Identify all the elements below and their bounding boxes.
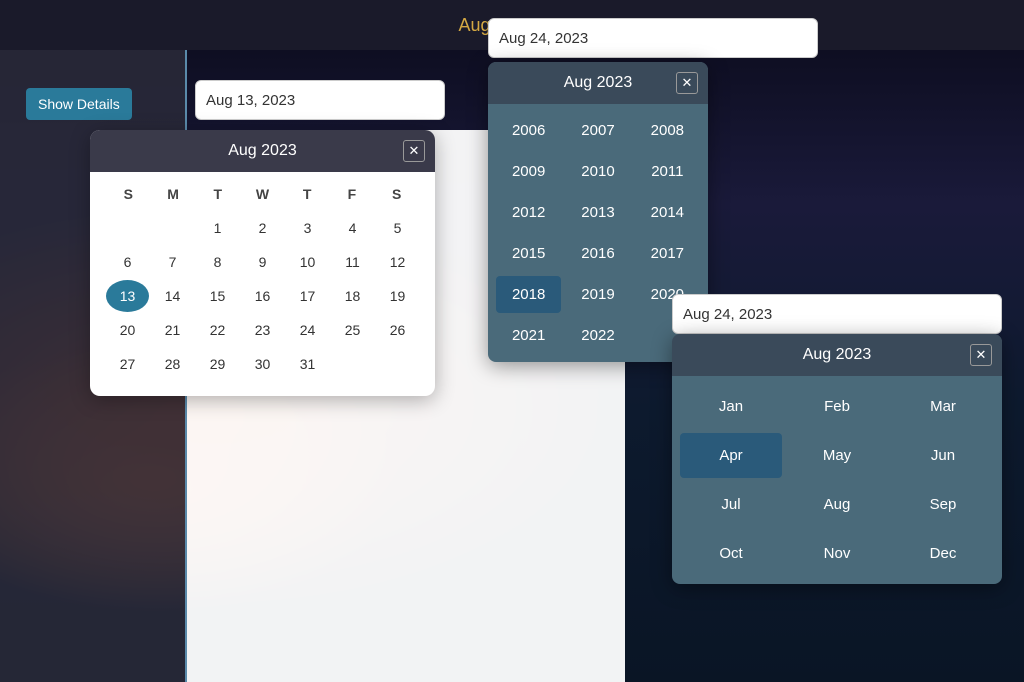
calendar-day[interactable]: 15 xyxy=(196,280,239,312)
year-item[interactable]: 2017 xyxy=(635,235,700,272)
month-item[interactable]: Dec xyxy=(892,531,994,576)
calendar-day[interactable]: 23 xyxy=(241,314,284,346)
calendar-day[interactable]: 18 xyxy=(331,280,374,312)
year-item[interactable]: 2007 xyxy=(565,112,630,149)
calendar-day[interactable]: 21 xyxy=(151,314,194,346)
calendar-day[interactable]: 22 xyxy=(196,314,239,346)
month-item[interactable]: Aug xyxy=(786,482,888,527)
calendar-day[interactable]: 6 xyxy=(106,246,149,278)
calendar-day[interactable]: 26 xyxy=(376,314,419,346)
date-input-month[interactable]: Aug 24, 2023 xyxy=(672,294,1002,334)
calendar-day[interactable]: 4 xyxy=(331,212,374,244)
month-item[interactable]: Sep xyxy=(892,482,994,527)
month-grid: JanFebMar AprMayJun JulAugSep OctNovDec xyxy=(672,376,1002,584)
calendar-day[interactable]: 2 xyxy=(241,212,284,244)
month-picker-title: Aug 2023 xyxy=(803,346,872,364)
calendar-day[interactable]: 5 xyxy=(376,212,419,244)
year-item[interactable]: 2006 xyxy=(496,112,561,149)
calendar-close-left[interactable]: ✕ xyxy=(403,140,425,162)
calendar-month-year-left: Aug 2023 xyxy=(228,142,297,160)
year-item[interactable]: 2013 xyxy=(565,194,630,231)
weekday-w: W xyxy=(240,182,285,206)
calendar-day[interactable]: 13 xyxy=(106,280,149,312)
calendar-days-grid: 1234567891011121314151617181920212223242… xyxy=(106,212,419,380)
calendar-day xyxy=(151,212,194,244)
weekday-f: F xyxy=(330,182,375,206)
year-item[interactable]: 2011 xyxy=(635,153,700,190)
calendar-day[interactable]: 14 xyxy=(151,280,194,312)
year-picker-title: Aug 2023 xyxy=(564,74,633,92)
weekday-t1: T xyxy=(195,182,240,206)
calendar-day[interactable]: 9 xyxy=(241,246,284,278)
year-item[interactable]: 2010 xyxy=(565,153,630,190)
year-item[interactable]: 2015 xyxy=(496,235,561,272)
calendar-day[interactable]: 19 xyxy=(376,280,419,312)
month-item[interactable]: Feb xyxy=(786,384,888,429)
year-item[interactable]: 2009 xyxy=(496,153,561,190)
month-item[interactable]: Oct xyxy=(680,531,782,576)
date-input-right[interactable]: Aug 24, 2023 xyxy=(488,18,818,58)
month-picker-close[interactable]: ✕ xyxy=(970,344,992,366)
weekday-t2: T xyxy=(285,182,330,206)
calendar-day[interactable]: 25 xyxy=(331,314,374,346)
year-item[interactable]: 2012 xyxy=(496,194,561,231)
year-item[interactable]: 2021 xyxy=(496,317,561,354)
weekday-s1: S xyxy=(106,182,151,206)
month-item[interactable]: Apr xyxy=(680,433,782,478)
month-item[interactable]: Nov xyxy=(786,531,888,576)
calendar-day[interactable]: 7 xyxy=(151,246,194,278)
weekday-m: M xyxy=(151,182,196,206)
date-input-right-value: Aug 24, 2023 xyxy=(499,30,588,47)
year-item[interactable]: 2022 xyxy=(565,317,630,354)
show-details-button[interactable]: Show Details xyxy=(26,88,132,120)
month-item[interactable]: Jun xyxy=(892,433,994,478)
calendar-weekdays: S M T W T F S xyxy=(106,182,419,206)
month-item[interactable]: Mar xyxy=(892,384,994,429)
calendar-day[interactable]: 29 xyxy=(196,348,239,380)
calendar-day[interactable]: 31 xyxy=(286,348,329,380)
month-item[interactable]: Jul xyxy=(680,482,782,527)
year-item[interactable]: 2016 xyxy=(565,235,630,272)
calendar-day[interactable]: 3 xyxy=(286,212,329,244)
month-item[interactable]: Jan xyxy=(680,384,782,429)
year-item[interactable]: 2019 xyxy=(565,276,630,313)
calendar-day[interactable]: 1 xyxy=(196,212,239,244)
calendar-day[interactable]: 28 xyxy=(151,348,194,380)
calendar-popup-left: Aug 2023 ✕ S M T W T F S 123456789101112… xyxy=(90,130,435,396)
calendar-day[interactable]: 24 xyxy=(286,314,329,346)
calendar-day[interactable]: 8 xyxy=(196,246,239,278)
year-picker-header: Aug 2023 ✕ xyxy=(488,62,708,104)
year-item[interactable]: 2018 xyxy=(496,276,561,313)
date-input-left[interactable]: Aug 13, 2023 xyxy=(195,80,445,120)
month-picker-header: Aug 2023 ✕ xyxy=(672,334,1002,376)
calendar-day[interactable]: 10 xyxy=(286,246,329,278)
calendar-day xyxy=(106,212,149,244)
date-input-left-value: Aug 13, 2023 xyxy=(206,92,295,109)
calendar-day[interactable]: 27 xyxy=(106,348,149,380)
year-item[interactable]: 2008 xyxy=(635,112,700,149)
month-picker-popup: Aug 2023 ✕ JanFebMar AprMayJun JulAugSep Oc… xyxy=(672,334,1002,584)
calendar-day[interactable]: 12 xyxy=(376,246,419,278)
calendar-day[interactable]: 17 xyxy=(286,280,329,312)
calendar-day[interactable]: 16 xyxy=(241,280,284,312)
calendar-day[interactable]: 30 xyxy=(241,348,284,380)
year-picker-close[interactable]: ✕ xyxy=(676,72,698,94)
weekday-s2: S xyxy=(374,182,419,206)
date-input-month-value: Aug 24, 2023 xyxy=(683,306,772,323)
month-item[interactable]: May xyxy=(786,433,888,478)
calendar-header-left: Aug 2023 ✕ xyxy=(90,130,435,172)
year-item[interactable]: 2014 xyxy=(635,194,700,231)
calendar-day[interactable]: 20 xyxy=(106,314,149,346)
calendar-day[interactable]: 11 xyxy=(331,246,374,278)
calendar-day xyxy=(376,348,419,380)
calendar-body-left: S M T W T F S 12345678910111213141516171… xyxy=(90,172,435,396)
calendar-day xyxy=(331,348,374,380)
